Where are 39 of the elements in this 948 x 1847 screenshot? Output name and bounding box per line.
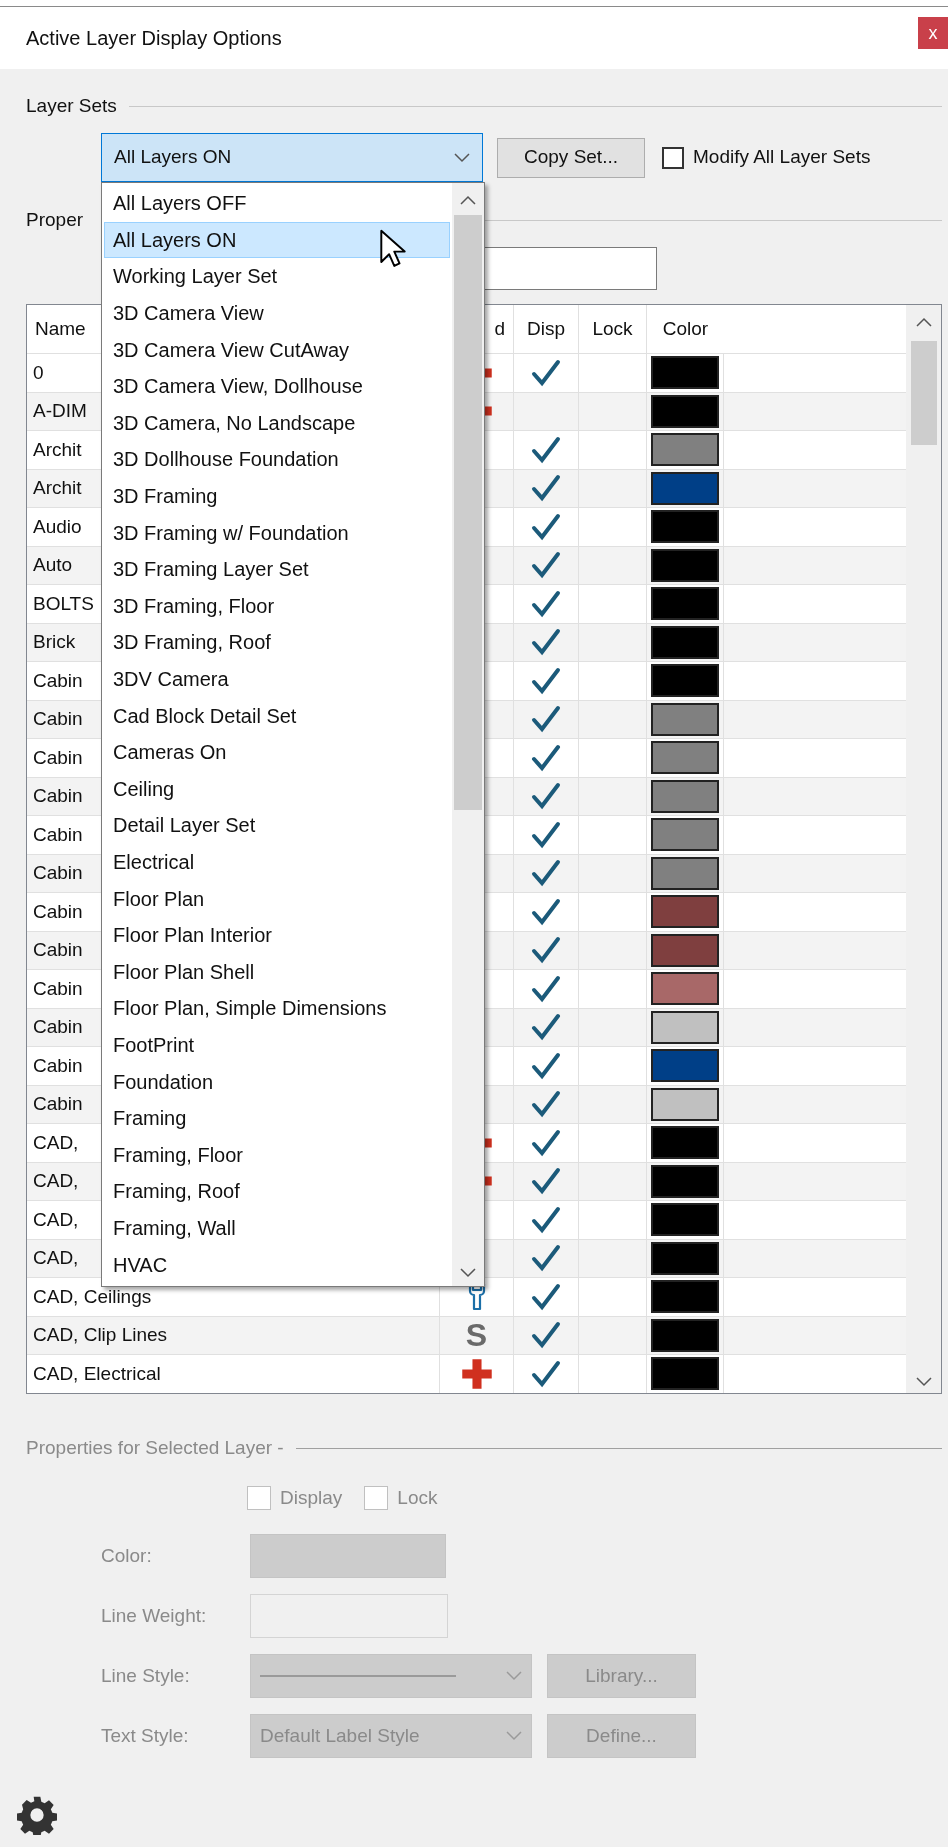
- field-label: Line Weight:: [101, 1603, 208, 1628]
- layer-name: Cabin: [33, 1053, 83, 1078]
- section-heading: Layer Sets: [26, 93, 117, 118]
- field-label: Line Style:: [101, 1663, 191, 1688]
- field-label: Color:: [101, 1543, 153, 1568]
- layer-name: Cabin: [33, 668, 83, 693]
- layer-name: CAD,: [33, 1207, 79, 1232]
- layer-name: Cabin: [33, 976, 83, 1001]
- layer-name: CAD, Ceilings: [33, 1284, 152, 1309]
- layer-name: CAD,: [33, 1246, 79, 1270]
- layer-name: Brick: [33, 630, 76, 654]
- layer-name: Cabin: [33, 1015, 83, 1039]
- layer-name: Cabin: [33, 899, 83, 924]
- section-heading: Proper: [26, 207, 84, 232]
- layer-name: Archit: [33, 476, 82, 500]
- section-heading: Properties for Selected Layer -: [26, 1436, 284, 1461]
- layer-name: CAD, Electrical: [33, 1361, 161, 1386]
- layer-name: Cabin: [33, 1092, 83, 1116]
- layer-name: Cabin: [33, 784, 83, 808]
- layer-name: Archit: [33, 437, 82, 462]
- checkbox-label: Lock: [397, 1485, 438, 1510]
- layer-name: 0: [33, 360, 44, 385]
- layer-name: Audio: [33, 514, 82, 539]
- layer-name: BOLTS: [33, 591, 94, 616]
- checkbox-label: Display: [280, 1485, 343, 1510]
- layer-name: Cabin: [33, 938, 83, 962]
- layer-name: Cabin: [33, 822, 83, 847]
- layer-name: Auto: [33, 553, 73, 577]
- layer-symbol: S: [465, 1319, 488, 1352]
- layer-name: Cabin: [33, 861, 83, 885]
- layer-name: Cabin: [33, 745, 83, 770]
- layer-name: CAD, Clip Lines: [33, 1323, 168, 1347]
- window-title: Active Layer Display Options: [26, 26, 282, 51]
- checkbox-label: Modify All Layer Sets: [693, 145, 871, 170]
- layer-name: CAD,: [33, 1169, 79, 1193]
- layer-name: CAD,: [33, 1130, 79, 1155]
- field-label: Text Style:: [101, 1723, 190, 1748]
- layer-name: Cabin: [33, 707, 83, 731]
- layer-name: A-DIM: [33, 399, 87, 423]
